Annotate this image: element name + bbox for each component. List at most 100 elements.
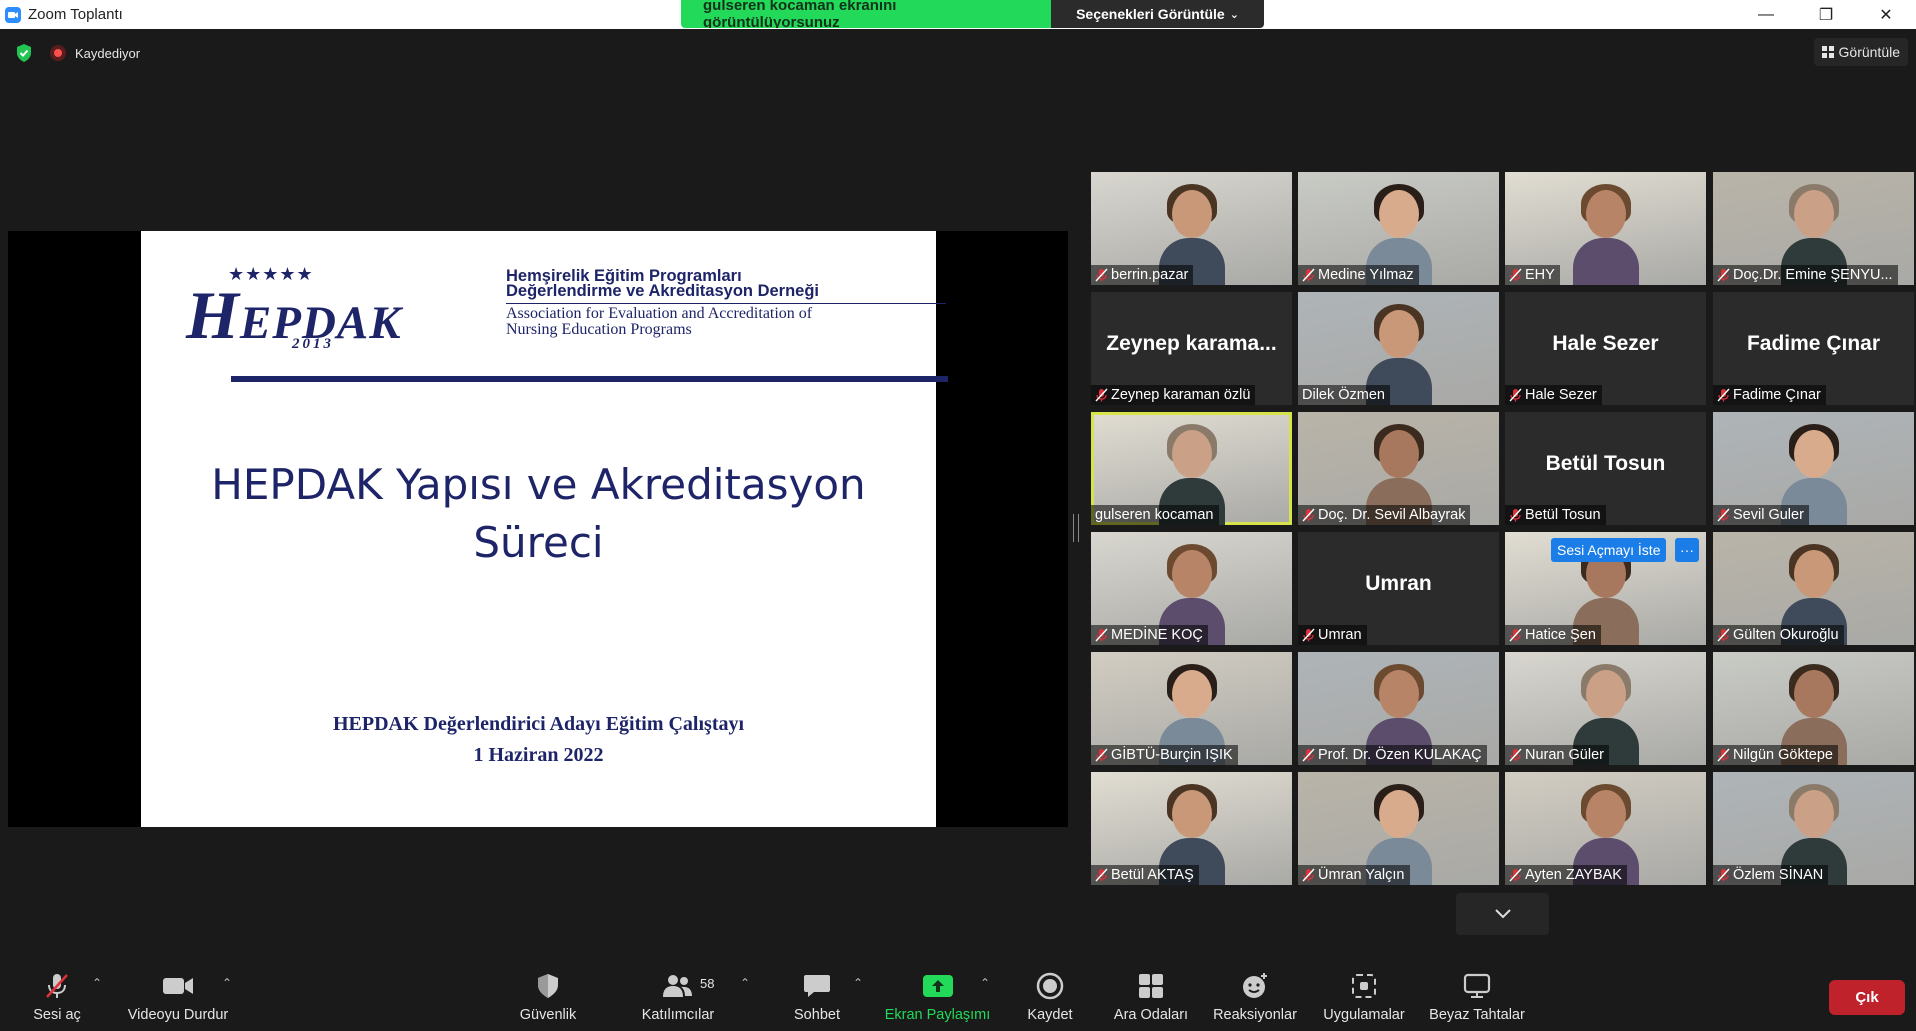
recording-label: Kaydediyor bbox=[75, 45, 141, 61]
participant-tile[interactable]: Zeynep karama... Zeynep karaman özlü bbox=[1091, 292, 1292, 405]
participant-tile[interactable]: MEDİNE KOÇ bbox=[1091, 532, 1292, 645]
restore-button[interactable]: ❐ bbox=[1796, 0, 1856, 29]
video-camera-icon bbox=[163, 978, 193, 994]
participant-name: Fadime Çınar bbox=[1733, 387, 1821, 403]
participant-name: Doç. Dr. Sevil Albayrak bbox=[1318, 507, 1466, 523]
share-banner: gulseren kocaman ekranını görüntülüyorsu… bbox=[681, 0, 1264, 28]
participant-name: Gülten Okuroğlu bbox=[1733, 627, 1839, 643]
muted-microphone-icon bbox=[1717, 388, 1730, 402]
whiteboards-label: Beyaz Tahtalar bbox=[1429, 1007, 1525, 1023]
participant-tile[interactable]: Sevil Guler bbox=[1713, 412, 1914, 525]
record-label: Kaydet bbox=[1027, 1007, 1073, 1023]
muted-microphone-icon bbox=[1717, 508, 1730, 522]
participant-tile[interactable]: Betül Tosun Betül Tosun bbox=[1505, 412, 1706, 525]
participant-name: Medine Yılmaz bbox=[1318, 267, 1414, 283]
participant-name-tag: Ayten ZAYBAK bbox=[1505, 865, 1627, 885]
participant-gallery: berrin.pazar Medine Yılmaz EHY Doç.Dr. Emin… bbox=[1091, 172, 1916, 887]
unmute-button[interactable]: Sesi aç bbox=[22, 956, 92, 1031]
participant-name: GİBTÜ-Burçin IŞIK bbox=[1111, 747, 1233, 763]
participant-tile[interactable]: Özlem SİNAN bbox=[1713, 772, 1914, 885]
participant-tile[interactable]: gulseren kocaman bbox=[1091, 412, 1292, 525]
share-screen-button[interactable]: Ekran Paylaşımı bbox=[880, 956, 995, 1031]
participant-name-tag: Ümran Yalçın bbox=[1298, 865, 1410, 885]
participant-tile[interactable]: Doç.Dr. Emine ŞENYU... bbox=[1713, 172, 1914, 285]
participant-name-tag: Betül Tosun bbox=[1505, 505, 1606, 525]
window-controls: — ❐ ✕ bbox=[1736, 0, 1916, 29]
participant-name-tag: Özlem SİNAN bbox=[1713, 865, 1829, 885]
participant-name: Ayten ZAYBAK bbox=[1525, 867, 1622, 883]
participant-tile[interactable]: Doç. Dr. Sevil Albayrak bbox=[1298, 412, 1499, 525]
chat-label: Sohbet bbox=[794, 1007, 840, 1023]
gallery-next-page-button[interactable] bbox=[1456, 893, 1549, 935]
participant-tile[interactable]: Dilek Özmen bbox=[1298, 292, 1499, 405]
participant-tile[interactable]: Nilgün Göktepe bbox=[1713, 652, 1914, 765]
share-banner-message: gulseren kocaman ekranını görüntülüyorsu… bbox=[681, 0, 1051, 28]
security-button[interactable]: Güvenlik bbox=[508, 956, 588, 1031]
more-options-button[interactable]: ··· bbox=[1675, 538, 1699, 562]
participant-name-tag: Zeynep karaman özlü bbox=[1091, 385, 1256, 405]
participants-icon bbox=[663, 975, 692, 997]
participant-tile[interactable]: Prof. Dr. Özen KULAKAÇ bbox=[1298, 652, 1499, 765]
shield-icon bbox=[538, 974, 558, 998]
share-options-caret[interactable]: ⌃ bbox=[980, 976, 990, 990]
muted-microphone-icon bbox=[1509, 868, 1522, 882]
stop-video-button[interactable]: Videoyu Durdur bbox=[118, 956, 238, 1031]
participant-tile[interactable]: Sesi Açmayı İste ··· Hatice Şen bbox=[1505, 532, 1706, 645]
participant-name: Zeynep karaman özlü bbox=[1111, 387, 1251, 403]
participant-name-tag: Doç.Dr. Emine ŞENYU... bbox=[1713, 265, 1898, 285]
chat-button[interactable]: Sohbet bbox=[787, 956, 847, 1031]
participant-name: Sevil Guler bbox=[1733, 507, 1804, 523]
muted-microphone-icon bbox=[1509, 748, 1522, 762]
muted-microphone-icon bbox=[1509, 388, 1522, 402]
view-options-button[interactable]: Seçenekleri Görüntüle ⌄ bbox=[1051, 0, 1264, 28]
unmute-label: Sesi aç bbox=[33, 1007, 81, 1023]
view-button[interactable]: Görüntüle bbox=[1813, 38, 1908, 66]
participant-tile[interactable]: Hale Sezer Hale Sezer bbox=[1505, 292, 1706, 405]
participant-tile[interactable]: Betül AKTAŞ bbox=[1091, 772, 1292, 885]
share-screen-label: Ekran Paylaşımı bbox=[884, 1007, 991, 1023]
minimize-button[interactable]: — bbox=[1736, 0, 1796, 29]
record-icon bbox=[1036, 972, 1064, 1000]
participant-tile[interactable]: berrin.pazar bbox=[1091, 172, 1292, 285]
title-bar: Zoom Toplantı gulseren kocaman ekranını … bbox=[0, 0, 1916, 29]
leave-button[interactable]: Çık bbox=[1829, 980, 1905, 1015]
participants-button[interactable]: Katılımcılar bbox=[633, 956, 723, 1031]
participants-options-caret[interactable]: ⌃ bbox=[740, 976, 750, 990]
emoji-reaction-icon bbox=[1243, 973, 1267, 998]
panel-resize-handle[interactable] bbox=[1073, 514, 1079, 542]
record-button[interactable]: Kaydet bbox=[1020, 956, 1080, 1031]
participant-tile[interactable]: Medine Yılmaz bbox=[1298, 172, 1499, 285]
chat-options-caret[interactable]: ⌃ bbox=[853, 976, 863, 990]
participant-name-tag: Prof. Dr. Özen KULAKAÇ bbox=[1298, 745, 1487, 765]
close-button[interactable]: ✕ bbox=[1856, 0, 1916, 29]
video-options-caret[interactable]: ⌃ bbox=[222, 976, 232, 990]
participant-name: Hatice Şen bbox=[1525, 627, 1596, 643]
participant-display-name: Fadime Çınar bbox=[1746, 332, 1881, 355]
participant-tile[interactable]: Ümran Yalçın bbox=[1298, 772, 1499, 885]
participant-tile[interactable]: Umran Umran bbox=[1298, 532, 1499, 645]
muted-microphone-icon bbox=[1717, 628, 1730, 642]
muted-microphone-icon bbox=[1302, 748, 1315, 762]
encryption-shield-icon[interactable] bbox=[14, 43, 34, 63]
logo-divider bbox=[506, 303, 946, 304]
grid-icon bbox=[1821, 46, 1834, 58]
participant-tile[interactable]: GİBTÜ-Burçin IŞIK bbox=[1091, 652, 1292, 765]
apps-button[interactable]: Uygulamalar bbox=[1316, 956, 1412, 1031]
participant-name: berrin.pazar bbox=[1111, 267, 1189, 283]
participant-tile[interactable]: Gülten Okuroğlu bbox=[1713, 532, 1914, 645]
security-label: Güvenlik bbox=[519, 1007, 577, 1023]
whiteboards-button[interactable]: Beyaz Tahtalar bbox=[1424, 956, 1530, 1031]
chevron-down-icon bbox=[1494, 909, 1511, 919]
shared-screen[interactable]: ★★★★★ HEPDAK 2013 Hemşirelik Eğitim Prog… bbox=[8, 231, 1068, 827]
breakout-rooms-button[interactable]: Ara Odaları bbox=[1109, 956, 1193, 1031]
participant-tile[interactable]: Fadime Çınar Fadime Çınar bbox=[1713, 292, 1914, 405]
participant-name-tag: Nuran Güler bbox=[1505, 745, 1609, 765]
participants-count: 58 bbox=[700, 976, 715, 991]
participant-tile[interactable]: Ayten ZAYBAK bbox=[1505, 772, 1706, 885]
reactions-button[interactable]: Reaksiyonlar bbox=[1205, 956, 1305, 1031]
muted-microphone-icon bbox=[1095, 748, 1108, 762]
audio-options-caret[interactable]: ⌃ bbox=[92, 976, 102, 990]
participant-tile[interactable]: EHY bbox=[1505, 172, 1706, 285]
ask-to-unmute-button[interactable]: Sesi Açmayı İste bbox=[1551, 538, 1667, 562]
participant-tile[interactable]: Nuran Güler bbox=[1505, 652, 1706, 765]
